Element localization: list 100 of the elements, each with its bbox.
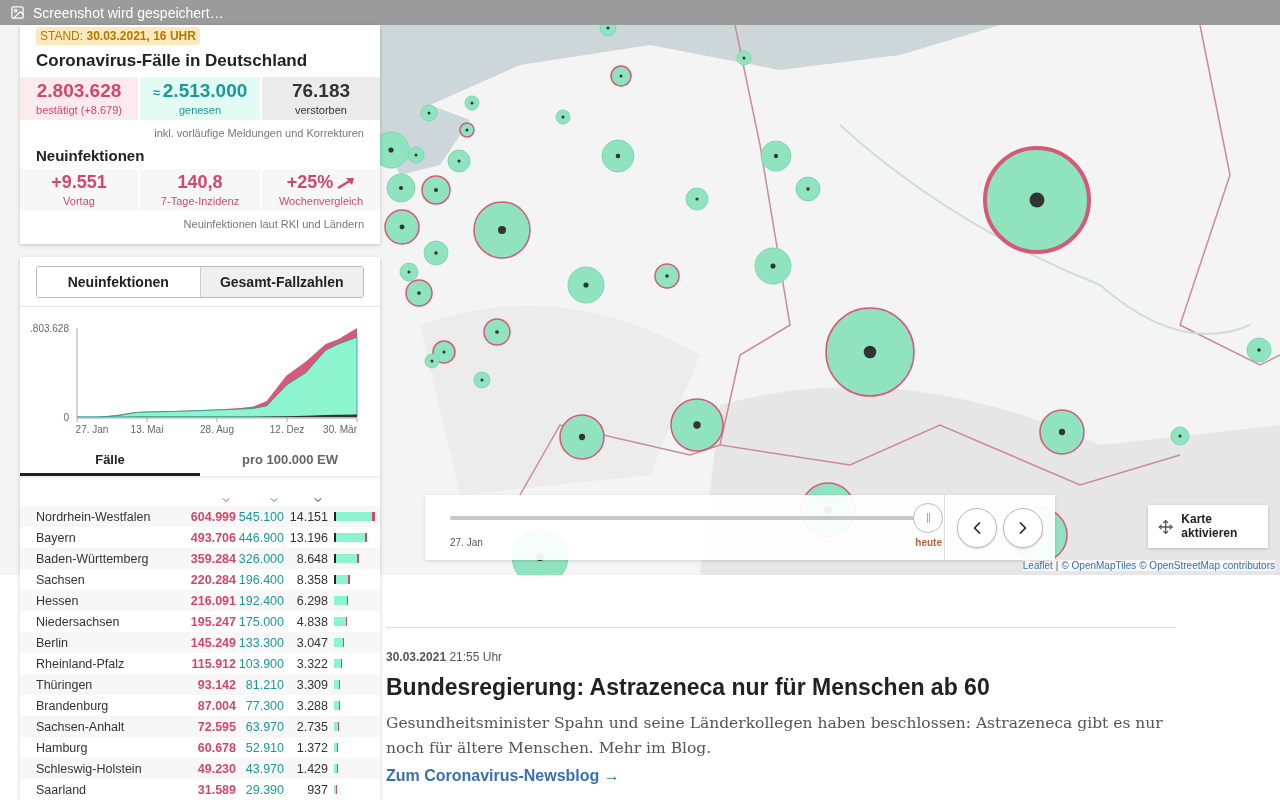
move-icon	[1158, 517, 1174, 536]
attribution-separator: |	[1055, 560, 1059, 571]
x-axis-label: 28. Aug	[200, 424, 234, 435]
case-bubble	[423, 240, 449, 266]
case-bubble	[736, 50, 752, 66]
deaths-cell-text: 14.151	[288, 509, 328, 524]
unit-tab[interactable]: Fälle	[20, 446, 200, 476]
recovered-cell-text: 326.000	[237, 551, 284, 566]
confirmed-cell-text: 87.004	[196, 698, 236, 713]
case-bubble	[670, 398, 724, 452]
state-name: Rheinland-Pfalz	[36, 656, 126, 671]
case-bubble	[384, 209, 420, 245]
confirmed-cell-text: 49.230	[196, 761, 236, 776]
timeline-handle[interactable]	[913, 503, 943, 533]
state-name: Thüringen	[36, 677, 94, 692]
total-stat: 76.183 verstorben	[262, 77, 380, 120]
confirmed-cell-text: 359.284	[189, 551, 236, 566]
case-bar	[334, 764, 338, 773]
case-bubble	[601, 139, 635, 173]
recovered-cell-text: 175.000	[237, 614, 284, 629]
case-bubble	[654, 263, 680, 289]
trend-arrow-icon	[337, 176, 356, 189]
article-body: Gesundheitsminister Spahn und seine Länderkollegen haben beschlossen: Astrazeneca gibt es nur noch für ältere Menschen. Mehr im Blog.	[386, 713, 1164, 759]
confirmed-cell-text: 145.249	[189, 635, 236, 650]
case-bar	[334, 533, 368, 542]
total-stat: 2.803.628 bestätigt (+8.679)	[20, 77, 138, 120]
recovered-cell-text: 77.300	[244, 698, 284, 713]
case-bubble	[473, 201, 531, 259]
previous-button[interactable]	[957, 507, 997, 548]
newsblog-link[interactable]: Zum Coronavirus-Newsblog →	[386, 766, 620, 784]
state-name: Brandenburg	[36, 698, 110, 713]
x-axis-label: 13. Mai	[130, 424, 164, 435]
x-axis-label: 12. Dez	[269, 424, 305, 435]
deaths-cell-text: 4.838	[295, 614, 328, 629]
state-name: Bayern	[36, 530, 77, 545]
timeline-slider[interactable]	[450, 503, 943, 533]
recovered-cell-text: 192.400	[237, 593, 284, 608]
deaths-cell-text: 8.358	[295, 572, 328, 587]
case-bubble	[1246, 337, 1272, 363]
attribution-link[interactable]: Leaflet	[1022, 560, 1053, 571]
state-name: Baden-Württemberg	[36, 551, 150, 566]
recovered-cell-text: 133.300	[237, 635, 284, 650]
recovered-cell-text: 81.210	[244, 677, 284, 692]
case-bubble	[464, 95, 480, 111]
y-axis-label: 0	[63, 412, 69, 423]
stand-badge: STAND: 30.03.2021, 16 UHR	[36, 27, 200, 45]
deaths-cell-text: 8.648	[295, 551, 328, 566]
case-bubble	[473, 371, 491, 389]
case-bar	[334, 617, 347, 626]
confirmed-cell-text: 115.912	[190, 656, 236, 671]
new-cases-note: Neuinfektionen laut RKI und Ländern	[182, 217, 365, 232]
case-bubble	[795, 176, 821, 202]
case-bar	[334, 554, 359, 563]
deaths-cell-text: 3.047	[295, 635, 328, 650]
new-cases-title: Neuinfektionen	[36, 147, 146, 164]
case-bar	[334, 638, 344, 647]
confirmed-cell-text: 220.284	[189, 572, 236, 587]
activate-map-button[interactable]: Karte aktivieren	[1148, 505, 1268, 548]
recovered-cell-text: 446.900	[237, 530, 284, 545]
case-bubble	[421, 175, 451, 205]
state-name: Schleswig-Holstein	[36, 761, 143, 776]
mode-tab[interactable]: Gesamt-Fallzahlen	[199, 267, 363, 297]
case-bar	[334, 743, 338, 752]
unit-tab[interactable]: pro 100.000 EW	[200, 446, 380, 476]
case-bubble	[610, 65, 632, 87]
deaths-cell-text: 2.735	[295, 719, 328, 734]
total-stat: ≈2.513.000 genesen	[140, 77, 260, 120]
recovered-cell-text: 545.100	[237, 509, 284, 524]
case-bubble	[399, 262, 419, 282]
y-axis-label: .803.628	[30, 323, 69, 334]
confirmed-cell-text: 60.678	[196, 740, 236, 755]
state-name: Niedersachsen	[36, 614, 121, 629]
case-bubble	[567, 266, 605, 304]
attribution-link[interactable]: © OpenMapTiles	[1061, 560, 1137, 571]
recovered-cell-text: 196.400	[237, 572, 284, 587]
new-cases-stat: +25% Wochenvergleich	[262, 169, 380, 211]
case-bubble	[459, 122, 475, 138]
case-bar	[334, 512, 375, 521]
recovered-cell-text: 52.910	[244, 740, 284, 755]
case-bar	[334, 680, 340, 689]
state-name: Nordrhein-Westfalen	[36, 509, 152, 524]
confirmed-cell-text: 31.589	[196, 782, 236, 797]
next-button[interactable]	[1003, 507, 1043, 548]
state-name: Hessen	[36, 593, 80, 608]
new-cases-stat: 140,8 7-Tage-Inzidenz	[140, 169, 260, 211]
case-bubble	[483, 318, 511, 346]
case-bubble	[386, 173, 416, 203]
totals-note: inkl. vorläufige Meldungen und Korrekturen	[153, 126, 365, 141]
case-bubble	[1170, 426, 1190, 446]
timeline-end-label: heute	[915, 537, 942, 548]
case-bubble	[685, 187, 709, 211]
attribution-link[interactable]: © OpenStreetMap contributors	[1139, 560, 1275, 571]
case-bubble	[754, 247, 792, 285]
recovered-cell-text: 103.900	[237, 656, 284, 671]
case-bar	[334, 659, 342, 668]
deaths-cell-text: 1.372	[295, 740, 328, 755]
recovered-cell-text: 43.970	[244, 761, 284, 776]
summary-title: Coronavirus-Fälle in Deutschland	[36, 51, 309, 71]
deaths-cell-text: 1.429	[295, 761, 328, 776]
recovered-cell-text: 63.970	[244, 719, 284, 734]
